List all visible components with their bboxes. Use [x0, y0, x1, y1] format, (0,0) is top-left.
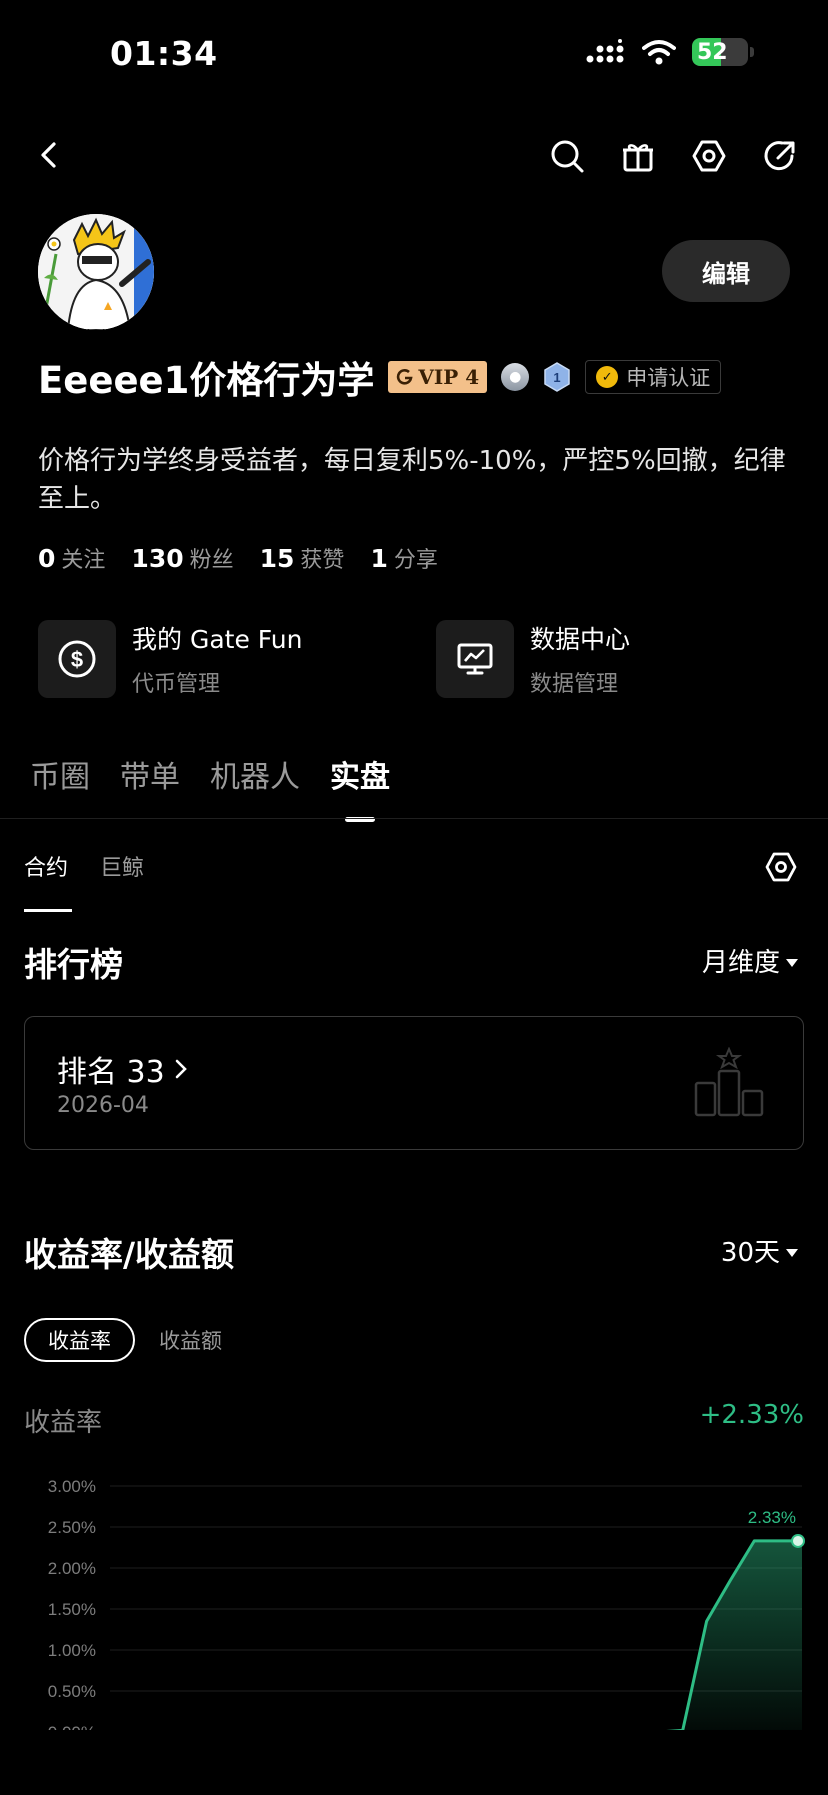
y-tick-label: 2.50% [48, 1518, 96, 1537]
stat-likes[interactable]: 15 获赞 [260, 542, 345, 574]
returns-toggle: 收益率 收益额 [24, 1318, 222, 1362]
metric-label: 收益率 [24, 1408, 103, 1438]
caret-down-icon [786, 1248, 798, 1257]
tabs-divider [0, 818, 828, 819]
level-shield-icon[interactable]: 1 [543, 362, 571, 392]
vip-badge[interactable]: VIP 4 [388, 361, 488, 393]
ranking-card[interactable]: 排名 33 2026-04 [24, 1016, 804, 1150]
profile-stats: 0 关注 130 粉丝 15 获赞 1 分享 [38, 542, 438, 574]
y-tick-label: 1.50% [48, 1600, 96, 1619]
rank-value: 排名 33 [57, 1047, 189, 1091]
search-icon[interactable] [549, 138, 585, 174]
settings-icon[interactable] [691, 138, 727, 174]
metric-value: +2.33% [699, 1400, 804, 1430]
verified-check-icon: ✓ [596, 366, 619, 388]
gate-fun-shortcut[interactable]: $ 我的 Gate Fun 代币管理 [38, 620, 302, 698]
y-tick-label: 3.00% [48, 1477, 96, 1496]
share-icon[interactable] [762, 138, 798, 174]
tab-copy-trading[interactable]: 带单 [120, 752, 180, 796]
ranking-title: 排行榜 [24, 945, 123, 984]
nav-actions [549, 138, 798, 174]
shortcut-subtitle: 代币管理 [132, 672, 221, 697]
tab-coin-circle[interactable]: 币圈 [30, 752, 90, 796]
vip-logo-icon [397, 369, 413, 385]
podium-icon [694, 1047, 764, 1117]
chart-monitor-icon [457, 643, 493, 675]
y-tick-label: 2.00% [48, 1559, 96, 1578]
apply-verification-button[interactable]: ✓ 申请认证 [585, 360, 722, 394]
last-point-marker [791, 1533, 805, 1548]
y-tick-label: 0.00% [48, 1723, 96, 1730]
caret-down-icon [786, 958, 798, 967]
svg-text:1: 1 [554, 370, 561, 385]
status-time: 01:34 [110, 34, 218, 73]
returns-title: 收益率/收益额 [24, 1235, 235, 1274]
toggle-return-rate[interactable]: 收益率 [24, 1318, 135, 1362]
silver-medal-icon[interactable]: ● [501, 363, 530, 391]
shortcut-title: 我的 Gate Fun [132, 625, 303, 654]
toggle-return-amount[interactable]: 收益额 [159, 1325, 222, 1355]
main-tabs: 币圈 带单 机器人 实盘 [30, 752, 390, 796]
settings-icon[interactable] [764, 850, 798, 884]
sub-tabs: 合约 巨鲸 [24, 850, 144, 912]
shortcut-title: 数据中心 [530, 625, 631, 654]
dollar-circle-icon: $ [58, 640, 96, 678]
returns-period-select[interactable]: 30天 [721, 1232, 798, 1269]
username: Eeeee1价格行为学 [38, 359, 375, 402]
sub-tab-whales[interactable]: 巨鲸 [100, 850, 144, 882]
last-point-label: 2.33% [748, 1508, 796, 1527]
cellular-signal-icon [586, 39, 624, 63]
back-icon[interactable] [32, 138, 66, 172]
name-row: Eeeee1价格行为学 VIP 4 ● 1 ✓ 申请认证 [38, 350, 722, 404]
y-tick-label: 1.00% [48, 1641, 96, 1660]
profile-bio: 价格行为学终身受益者，每日复利5%-10%，严控5%回撤，纪律至上。 [38, 446, 786, 514]
sub-tab-futures[interactable]: 合约 [24, 850, 73, 912]
chevron-right-icon [175, 1059, 187, 1079]
edit-profile-button[interactable]: 编辑 [662, 240, 790, 302]
series-area [682, 1540, 802, 1730]
wifi-icon [642, 40, 676, 65]
stat-followers[interactable]: 130 粉丝 [131, 542, 233, 574]
shortcut-subtitle: 数据管理 [530, 672, 619, 697]
status-icons: 52 [586, 38, 754, 66]
stat-following[interactable]: 0 关注 [38, 542, 105, 574]
y-tick-label: 0.50% [48, 1682, 96, 1701]
gift-icon[interactable] [620, 138, 656, 174]
data-center-shortcut[interactable]: 数据中心 数据管理 [436, 620, 630, 698]
avatar[interactable] [38, 214, 154, 330]
ranking-period-select[interactable]: 月维度 [702, 942, 798, 979]
stat-shares[interactable]: 1 分享 [370, 542, 437, 574]
avatar-illustration [38, 214, 154, 330]
return-rate-chart: 3.00% 2.50% 2.00% 1.50% 1.00% 0.50% 0.00% 2.33… [48, 1477, 805, 1730]
svg-text:$: $ [71, 647, 83, 672]
tab-bots[interactable]: 机器人 [210, 752, 300, 796]
rank-date: 2026-04 [57, 1093, 149, 1118]
tab-live-trading[interactable]: 实盘 [330, 752, 390, 796]
battery-indicator: 52 [692, 38, 748, 66]
